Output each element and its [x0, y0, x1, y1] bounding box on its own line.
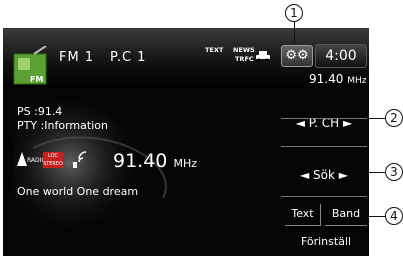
- preset-label: P.C 1: [110, 50, 147, 65]
- pch-top-divider: [281, 118, 367, 119]
- stereo-tag: STEREO: [43, 161, 63, 167]
- callout-3: 3: [385, 163, 403, 181]
- callout-4: 4: [385, 207, 403, 225]
- seek-label: Sök: [313, 168, 335, 182]
- fm-icon-label: FM: [30, 75, 43, 84]
- fm-source-icon: FM: [13, 46, 47, 85]
- loc-stereo-badge: LOC STEREO: [43, 152, 63, 168]
- callout-1-leader: [294, 21, 295, 42]
- right-arrow-icon: ►: [338, 168, 349, 182]
- callout-4-leader: [368, 216, 386, 217]
- band-label: FM 1: [59, 50, 95, 65]
- main-frequency-unit: MHz: [173, 157, 197, 170]
- header-frequency-value: 91.40: [309, 72, 344, 86]
- seek-bottom-divider: [281, 196, 367, 197]
- seek-button[interactable]: ◄ Sök ►: [281, 168, 367, 182]
- trfc-indicator: TRFC: [235, 55, 254, 63]
- callout-2-leader: [368, 118, 386, 119]
- left-arrow-icon: ◄: [299, 168, 310, 182]
- loc-tag: LOC: [47, 153, 59, 159]
- callout-3-leader: [368, 172, 386, 173]
- radio-screen: FM FM 1 P.C 1 TEXT NEWS TRFC ⚙⚙ 4:00 91.…: [3, 28, 369, 256]
- news-indicator: NEWS: [233, 46, 255, 54]
- main-frequency: 91.40 MHz: [113, 150, 197, 172]
- preset-button[interactable]: Förinställ: [285, 232, 367, 254]
- settings-button[interactable]: ⚙⚙: [281, 45, 313, 67]
- header-frequency-unit: MHz: [347, 76, 367, 86]
- radio-arrow-icon: [17, 152, 27, 166]
- text-indicator: TEXT: [205, 46, 224, 54]
- header-frequency: 91.40 MHz: [309, 72, 366, 86]
- callout-2: 2: [385, 109, 403, 127]
- main-frequency-value: 91.40: [113, 150, 168, 172]
- clock: 4:00: [315, 44, 367, 68]
- traffic-car-icon: [256, 51, 270, 62]
- pty-text: PTY :Information: [17, 119, 108, 132]
- callout-1: 1: [285, 4, 303, 22]
- gear-icon: ⚙⚙: [285, 48, 309, 63]
- pch-bottom-divider: [281, 146, 367, 147]
- signal-antenna-icon: [73, 151, 87, 168]
- text-button[interactable]: Text: [285, 204, 321, 226]
- ps-text: PS :91.4: [17, 105, 63, 118]
- song-title: One world One dream: [17, 185, 139, 198]
- band-button[interactable]: Band: [325, 204, 367, 226]
